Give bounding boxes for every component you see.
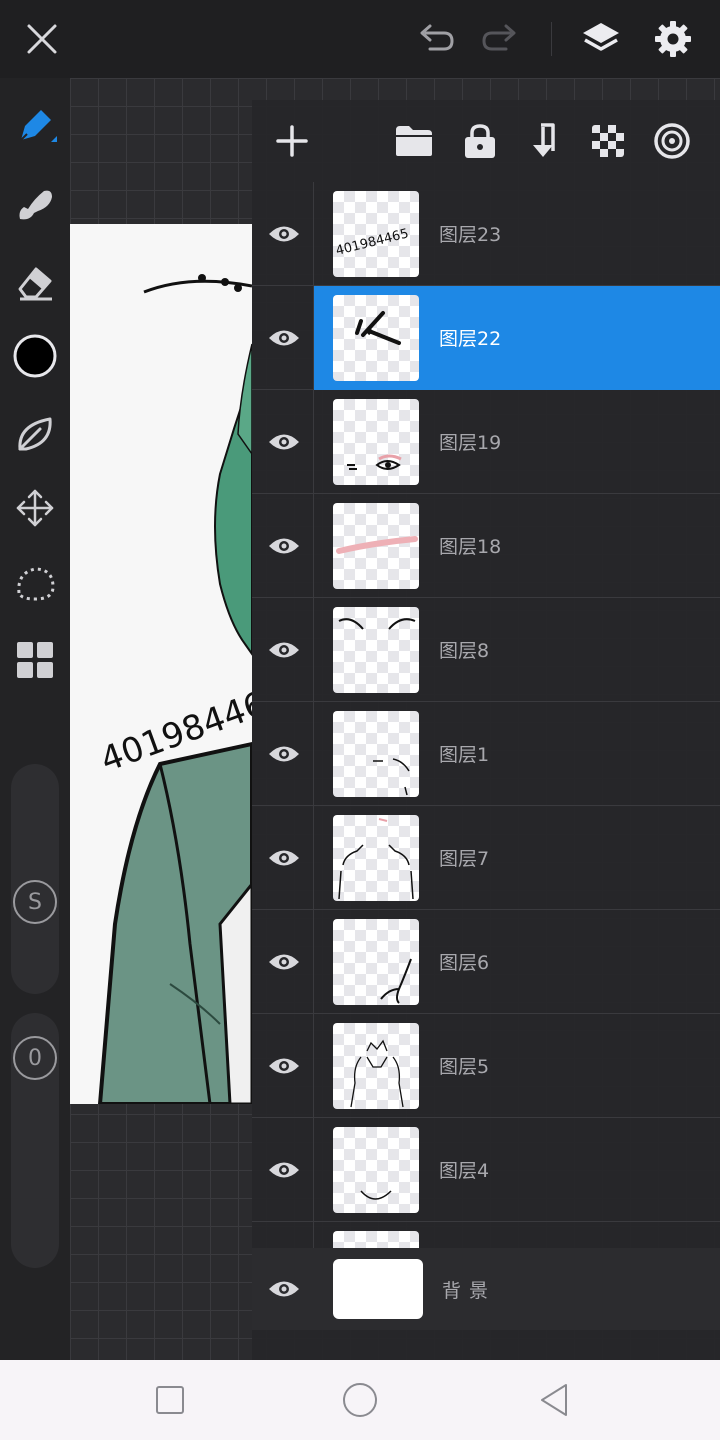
eye-icon[interactable] [264, 318, 304, 358]
eye-icon[interactable] [264, 422, 304, 462]
layer-name: 图层7 [439, 848, 490, 870]
layers-panel: 401984465 图层23 图层22 图层19 图层18 图层8 图层1 图层… [252, 100, 720, 1360]
layer-name: 图层8 [439, 640, 490, 662]
grid-icon[interactable] [10, 635, 60, 685]
brush-opacity-knob[interactable]: 0 [13, 1036, 57, 1080]
eye-icon[interactable] [264, 214, 304, 254]
layer-row[interactable]: 图层19 [252, 390, 720, 494]
layer-name: 图层19 [439, 432, 502, 454]
layer-row[interactable]: 图层18 [252, 494, 720, 598]
layer-thumbnail [333, 815, 419, 901]
paint-app: 401984465 S 0 401984465 图层23 图层22 图层19 图… [0, 0, 720, 1440]
artwork-drawing: 401984465 [95, 274, 252, 1104]
layers-icon[interactable] [576, 14, 626, 64]
square-icon[interactable] [150, 1380, 190, 1420]
eye-icon[interactable] [264, 942, 304, 982]
layer-thumbnail [333, 919, 419, 1005]
background-layer-thumbnail [333, 1259, 423, 1319]
eraser-icon[interactable] [10, 257, 60, 307]
layer-thumbnail [333, 295, 419, 381]
folder-icon[interactable] [389, 116, 439, 166]
circle-icon[interactable] [340, 1380, 380, 1420]
eye-icon[interactable] [264, 1150, 304, 1190]
layer-name: 图层4 [439, 1160, 490, 1182]
layer-thumbnail: 401984465 [333, 191, 419, 277]
gear-icon[interactable] [648, 14, 698, 64]
left-toolbar: S 0 [0, 78, 70, 1360]
layer-thumbnail [333, 503, 419, 589]
layer-row[interactable]: 401984465 图层23 [252, 182, 720, 286]
layer-row[interactable]: 图层1 [252, 702, 720, 806]
layer-thumbnail [333, 399, 419, 485]
brush-size-slider[interactable] [11, 764, 59, 994]
layer-thumbnail [333, 1127, 419, 1213]
eye-icon[interactable] [264, 838, 304, 878]
layer-thumbnail-text: 401984465 [334, 226, 410, 259]
leaf-icon[interactable] [10, 409, 60, 459]
lock-icon[interactable] [455, 116, 505, 166]
layer-name: 图层18 [439, 536, 502, 558]
undo-icon[interactable] [411, 14, 461, 64]
layers-list[interactable]: 401984465 图层23 图层22 图层19 图层18 图层8 图层1 图层… [252, 182, 720, 1248]
transform-icon[interactable] [10, 483, 60, 533]
layer-row[interactable]: 图层7 [252, 806, 720, 910]
layer-row[interactable]: 图层5 [252, 1014, 720, 1118]
triangle-back-icon[interactable] [534, 1380, 574, 1420]
target-icon[interactable] [647, 116, 697, 166]
layer-row-selected[interactable]: 图层22 [252, 286, 720, 390]
layer-row[interactable]: 图层8 [252, 598, 720, 702]
smudge-icon[interactable] [10, 179, 60, 229]
layer-thumbnail [333, 1023, 419, 1109]
layer-name: 图层22 [439, 328, 502, 350]
checkerboard-icon[interactable] [583, 116, 633, 166]
close-icon[interactable] [17, 14, 67, 64]
redo-icon[interactable] [475, 14, 525, 64]
add-layer-icon[interactable] [267, 116, 317, 166]
layer-thumbnail [333, 607, 419, 693]
eye-icon[interactable] [264, 1046, 304, 1086]
canvas-artboard[interactable]: 401984465 [70, 224, 252, 1104]
eye-icon[interactable] [264, 734, 304, 774]
merge-down-icon[interactable] [519, 116, 569, 166]
layer-name: 图层23 [439, 224, 502, 246]
background-layer-row[interactable]: 背景 [252, 1248, 720, 1330]
layer-row[interactable]: 图层4 [252, 1118, 720, 1222]
layer-thumbnail [333, 1231, 419, 1248]
eye-icon[interactable] [264, 630, 304, 670]
layer-thumbnail [333, 711, 419, 797]
lasso-icon[interactable] [10, 559, 60, 609]
toolbar-divider [551, 22, 552, 56]
brush-size-knob[interactable]: S [13, 880, 57, 924]
layer-name: 图层6 [439, 952, 490, 974]
eye-icon[interactable] [264, 526, 304, 566]
layer-name: 图层5 [439, 1056, 490, 1078]
layer-row-partial[interactable] [252, 1222, 720, 1248]
system-nav-bar [0, 1360, 720, 1440]
layers-panel-toolbar [252, 100, 720, 182]
layer-name: 图层1 [439, 744, 490, 766]
top-bar [0, 0, 720, 78]
eye-icon[interactable] [264, 1269, 304, 1309]
color-swatch[interactable] [10, 331, 60, 381]
layer-row[interactable]: 图层6 [252, 910, 720, 1014]
background-layer-name: 背景 [442, 1280, 497, 1302]
brush-icon[interactable] [10, 101, 60, 151]
